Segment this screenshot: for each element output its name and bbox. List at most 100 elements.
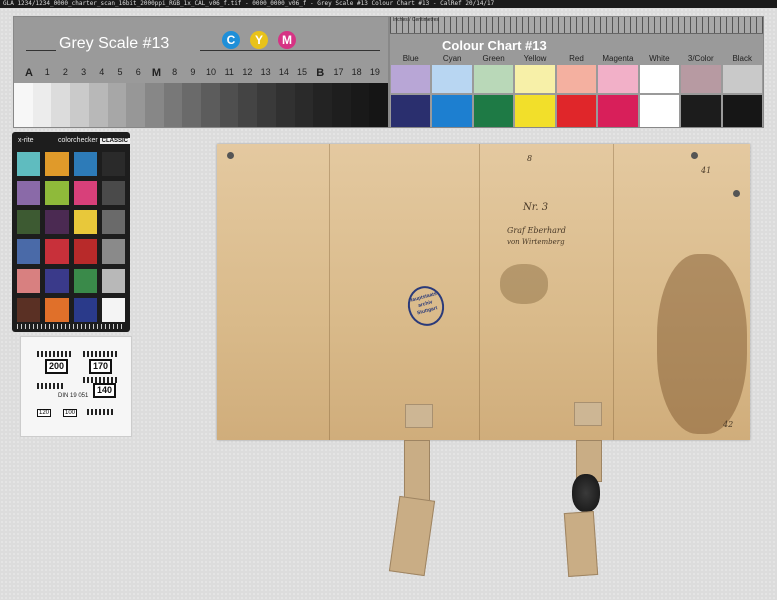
colour-patch (598, 65, 638, 93)
colour-patch (639, 95, 680, 127)
colour-label: Cyan (442, 54, 462, 63)
colorchecker-swatch (73, 239, 97, 264)
yellow-marker: Y (250, 31, 268, 49)
colorchecker-swatch (17, 210, 41, 235)
header-text: GLA 1234/1234_0000_charter_scan_16bit_20… (3, 0, 495, 7)
grey-scale-rule-left (26, 50, 56, 51)
grey-scale-number: 1 (44, 67, 50, 77)
colorchecker-swatch (45, 297, 69, 322)
colorchecker-swatch (17, 239, 41, 264)
grey-patch (14, 83, 33, 127)
colour-patch (515, 65, 555, 93)
colour-chart-labels: Blue Cyan Green Yellow Red Magenta White 3/Colo… (390, 54, 763, 63)
colorchecker-swatch (17, 297, 41, 322)
colour-label: White (649, 54, 670, 63)
ruler-label: Inches / Centimetres (393, 17, 439, 23)
colour-chart-bottom-row (390, 95, 763, 127)
colour-patch (681, 65, 721, 93)
grey-scale-numbers: A 1 2 3 4 5 6 M 8 9 10 11 12 13 14 15 B 17 18 19 (20, 67, 384, 83)
colorchecker-ruler (17, 324, 125, 329)
colorchecker-swatch (73, 152, 97, 177)
seal-slot-right (574, 402, 602, 426)
colour-label: Blue (402, 54, 419, 63)
grey-scale-number: 14 (278, 67, 289, 77)
colorchecker-product: colorchecker CLASSIC (58, 137, 130, 144)
colorchecker-swatch (101, 297, 125, 322)
din-dot-pattern (37, 383, 63, 389)
grey-scale-number: 8 (172, 67, 178, 77)
top-mark: 8 (527, 154, 533, 163)
grey-scale-number: 5 (117, 67, 123, 77)
grey-scale-number: 17 (333, 67, 344, 77)
grey-scale-number: 3 (81, 67, 87, 77)
colour-patch (598, 95, 638, 127)
right-mark: 41 (701, 166, 712, 175)
colour-chart-top-row (390, 65, 763, 93)
colour-label: 3/Color (687, 54, 714, 63)
colorchecker-swatch (45, 181, 69, 206)
colour-patch (515, 95, 555, 127)
grey-scale-number: 10 (206, 67, 217, 77)
grey-scale-number: 2 (62, 67, 68, 77)
fold-line (613, 144, 614, 440)
din-dot-pattern (37, 351, 71, 357)
grey-patch (144, 83, 164, 127)
wax-seal-fragment (572, 474, 600, 512)
grey-patch (126, 83, 145, 127)
seal-tag-left-end (388, 495, 436, 577)
din-dot-pattern (83, 351, 117, 357)
colorchecker-swatch (101, 210, 125, 235)
grey-patch (313, 83, 332, 127)
din-value-170: 170 (89, 359, 113, 374)
colour-patch (391, 95, 431, 127)
colour-label: Magenta (602, 54, 634, 63)
grey-scale-number: 12 (242, 67, 253, 77)
seal-slot-left (405, 404, 433, 428)
grey-patch (294, 83, 314, 127)
fold-line (329, 144, 330, 440)
colour-chart-title: Colour Chart #13 (442, 38, 547, 53)
colorchecker-swatches (17, 152, 125, 322)
colour-patch (639, 65, 680, 93)
colour-patch (556, 95, 597, 127)
grey-patch (70, 83, 89, 127)
grey-scale-number: 6 (135, 67, 141, 77)
din-label: DIN 19 051 (58, 393, 89, 399)
colorchecker-swatch (45, 152, 69, 177)
fold-line (479, 144, 480, 440)
grey-patch (88, 83, 108, 127)
colorchecker-swatch (45, 239, 69, 264)
grey-scale-title: Grey Scale #13 (59, 35, 170, 52)
colorchecker-swatch (17, 152, 41, 177)
grey-scale-number: 11 (224, 67, 234, 77)
colour-patch (432, 95, 472, 127)
grey-patch (107, 83, 127, 127)
colour-chart-ruler: Inches / Centimetres (390, 17, 763, 34)
grey-scale-number: 4 (99, 67, 105, 77)
colorchecker-swatch (101, 152, 125, 177)
nail-hole (227, 152, 234, 159)
grey-patch (201, 83, 220, 127)
dorsal-note-3: von Wirtemberg (507, 238, 565, 246)
grey-patch (163, 83, 183, 127)
grey-scale-patches (14, 83, 389, 127)
colour-patch (391, 65, 431, 93)
grey-patch (257, 83, 276, 127)
grey-scale-card: Grey Scale #13 C Y M A 1 2 3 4 5 6 M 8 9 10 11 12 13 1… (13, 16, 389, 128)
grey-scale-number: B (316, 67, 325, 79)
grey-scale-number: M (151, 67, 161, 79)
grey-patch (275, 83, 295, 127)
grey-patch (369, 83, 389, 127)
din-value-120: 120 (37, 409, 52, 417)
grey-patch (350, 83, 370, 127)
colorchecker-swatch (101, 268, 125, 293)
grey-patch (238, 83, 258, 127)
colorchecker-swatch (73, 210, 97, 235)
colorchecker-swatch (45, 210, 69, 235)
grey-scale-rule-right (200, 50, 380, 51)
grey-scale-number: 9 (190, 67, 196, 77)
colorchecker-swatch (101, 181, 125, 206)
din-value-100: 100 (63, 409, 78, 417)
colorchecker-swatch (17, 181, 41, 206)
grey-patch (219, 83, 239, 127)
